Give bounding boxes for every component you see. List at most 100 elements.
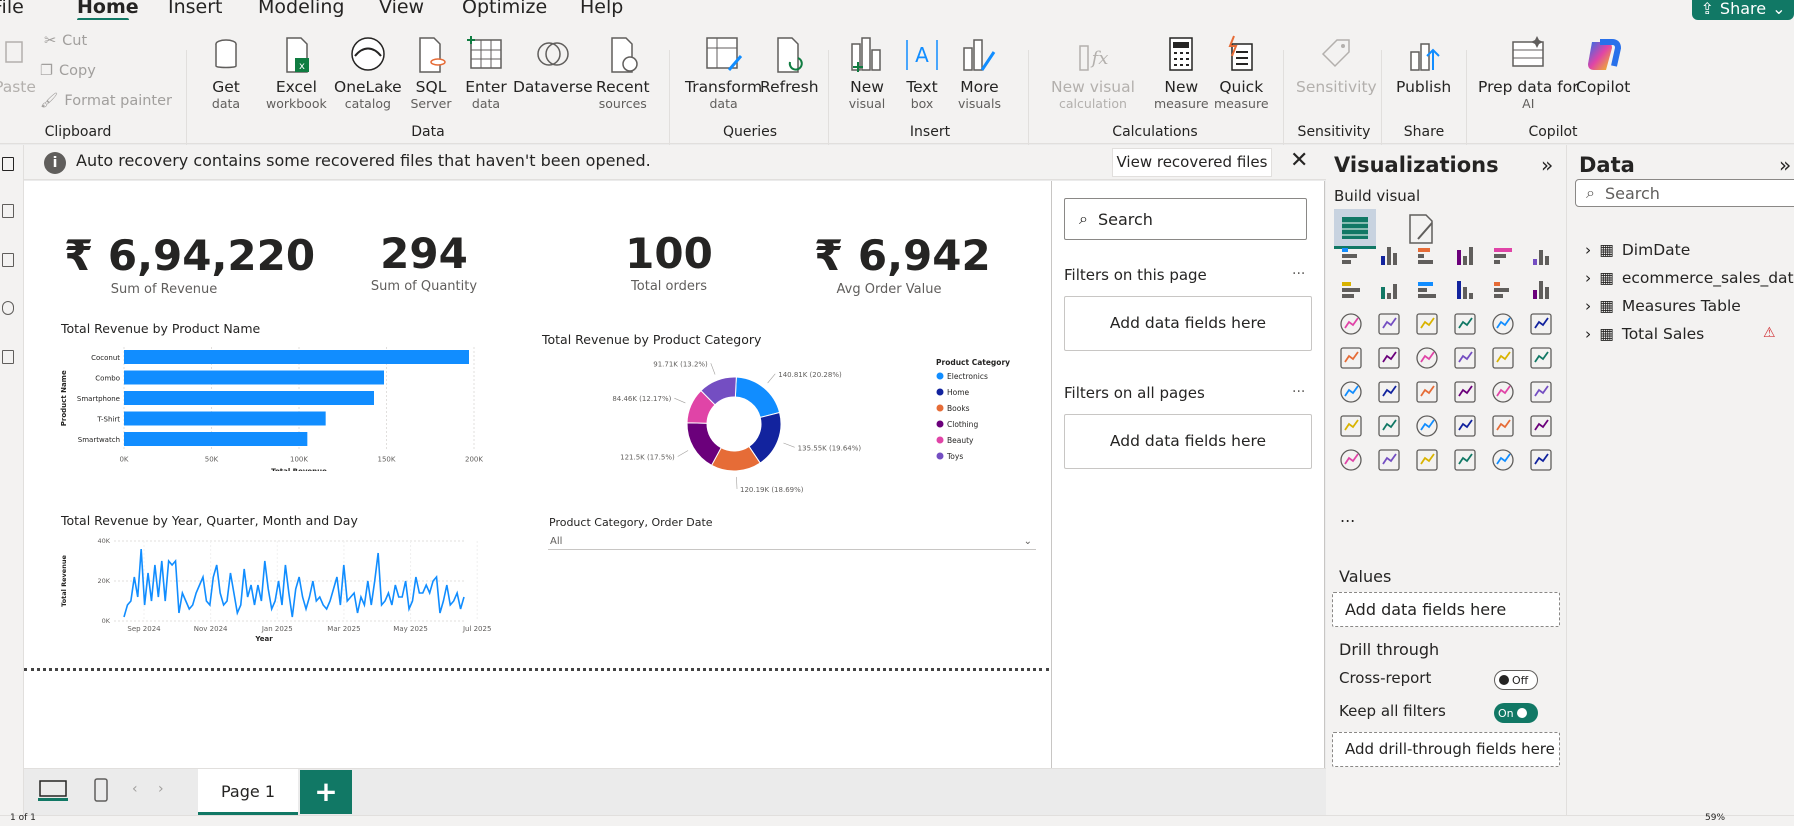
page-tab-1[interactable]: Page 1	[198, 769, 298, 816]
view-recovered-files-button[interactable]: View recovered files	[1112, 148, 1272, 177]
values-well[interactable]: Add data fields here	[1332, 592, 1560, 627]
copy-button[interactable]: ❐ Copy	[40, 63, 96, 79]
more-visuals-ellipsis[interactable]: ...	[1340, 507, 1355, 526]
data-search-input[interactable]: ⌕ Search	[1575, 179, 1794, 207]
r-visual-visual-icon[interactable]	[1528, 379, 1554, 405]
transform-data-button[interactable]: Transform data	[685, 34, 762, 111]
paginated-visual-icon[interactable]	[1338, 447, 1364, 473]
menu-file[interactable]: File	[0, 0, 24, 18]
menu-modeling[interactable]: Modeling	[258, 0, 344, 18]
prep-data-for-ai-button[interactable]: Prep data for AI	[1478, 34, 1579, 111]
slicer-new-visual-icon[interactable]	[1414, 447, 1440, 473]
format-painter-button[interactable]: 🖌 Format painter	[40, 92, 172, 110]
narrative-visual-icon[interactable]	[1490, 413, 1516, 439]
dataverse-button[interactable]: Dataverse	[513, 34, 593, 96]
cross-report-toggle[interactable]: Off	[1494, 670, 1538, 690]
enter-data-button[interactable]: Enter data	[465, 34, 507, 111]
menu-optimize[interactable]: Optimize	[462, 0, 547, 18]
excel-workbook-button[interactable]: x Excel workbook	[266, 34, 327, 111]
add-page-button[interactable]: +	[300, 770, 352, 814]
kpi-visual-icon[interactable]	[1376, 379, 1402, 405]
prev-page-icon[interactable]: ‹	[132, 781, 138, 797]
data-item-ecommerce[interactable]: › ▦ ecommerce_sales_data	[1585, 269, 1794, 287]
report-view-icon[interactable]	[2, 157, 14, 171]
gauge-visual-icon[interactable]	[1490, 345, 1516, 371]
close-icon[interactable]: ✕	[1290, 148, 1308, 173]
ribbon-chart-visual-icon[interactable]	[1414, 311, 1440, 337]
table-view-icon[interactable]	[2, 204, 14, 218]
dax-query-view-icon[interactable]	[2, 301, 14, 315]
page-filter-well[interactable]: Add data fields here	[1064, 296, 1312, 351]
qa-visual-icon[interactable]	[1452, 413, 1478, 439]
revenue-by-category-donut-chart[interactable]: 140.81K (20.28%) 135.55K (19.64%) 120.19K …	[584, 349, 1034, 499]
more-visuals-button[interactable]: More visuals	[958, 34, 1001, 111]
recent-sources-button[interactable]: Recent sources	[596, 34, 650, 111]
desktop-layout-icon[interactable]	[38, 779, 68, 801]
slicer-dropdown[interactable]: All ⌄	[548, 533, 1036, 550]
pie-visual-icon[interactable]	[1490, 311, 1516, 337]
sensitivity-button[interactable]: Sensitivity	[1296, 34, 1377, 96]
tmdl-view-icon[interactable]	[2, 350, 14, 364]
data-item-measures[interactable]: › ▦ Measures Table	[1585, 297, 1741, 315]
sql-server-button[interactable]: SQL Server	[410, 34, 452, 111]
filled-map-visual-icon[interactable]	[1414, 345, 1440, 371]
next-page-icon[interactable]: ›	[158, 781, 164, 797]
collapse-pane-icon[interactable]: »	[1541, 153, 1553, 177]
waterfall-visual-icon[interactable]	[1490, 277, 1516, 303]
mobile-layout-icon[interactable]	[92, 777, 110, 803]
table-visual-icon[interactable]	[1452, 379, 1478, 405]
line-clustered-visual-icon[interactable]	[1376, 311, 1402, 337]
menu-view[interactable]: View	[379, 0, 424, 18]
more-options-icon[interactable]: ···	[1292, 266, 1305, 282]
copilot-button[interactable]: Copilot	[1576, 34, 1630, 96]
funnel-visual-icon[interactable]	[1528, 277, 1554, 303]
goals-visual-icon[interactable]	[1528, 413, 1554, 439]
matrix-visual-icon[interactable]	[1490, 379, 1516, 405]
azure-map-visual-icon[interactable]	[1452, 345, 1478, 371]
model-view-icon[interactable]	[2, 253, 14, 267]
scatter-visual-icon[interactable]	[1452, 311, 1478, 337]
slicer-visual-icon[interactable]	[1414, 379, 1440, 405]
line-visual-icon[interactable]	[1338, 277, 1364, 303]
data-item-total-sales[interactable]: › ▦ Total Sales	[1585, 325, 1704, 343]
filter-search-input[interactable]: ⌕ Search	[1064, 198, 1307, 240]
menu-insert[interactable]: Insert	[168, 0, 223, 18]
clustered-column-visual-icon[interactable]	[1452, 243, 1478, 269]
cut-button[interactable]: ✂ Cut	[44, 33, 87, 49]
paste-button[interactable]: Paste	[0, 34, 36, 96]
text-box-button[interactable]: A Text box	[901, 34, 943, 111]
menu-help[interactable]: Help	[580, 0, 623, 18]
ribbon-visual-icon[interactable]	[1452, 277, 1478, 303]
clustered-bar-visual-icon[interactable]	[1414, 243, 1440, 269]
power-automate-visual-icon[interactable]	[1528, 447, 1554, 473]
stacked-bar-visual-icon[interactable]	[1338, 243, 1364, 269]
key-influencers-visual-icon[interactable]	[1376, 413, 1402, 439]
donut-visual-icon[interactable]	[1528, 311, 1554, 337]
azure-map-2-visual-icon[interactable]	[1452, 447, 1478, 473]
revenue-by-product-bar-chart[interactable]: 0K 50K 100K 150K 200K Coconut Combo Smartphone T…	[54, 339, 504, 471]
card-new-visual-icon[interactable]	[1376, 447, 1402, 473]
report-canvas[interactable]: ₹ 6,94,220 Sum of Revenue 294 Sum of Qua…	[24, 181, 1051, 768]
stacked-area-visual-icon[interactable]	[1414, 277, 1440, 303]
treemap-visual-icon[interactable]	[1338, 345, 1364, 371]
multi-row-card-visual-icon[interactable]	[1338, 379, 1364, 405]
refresh-button[interactable]: Refresh	[760, 34, 819, 96]
publish-button[interactable]: Publish	[1396, 34, 1451, 96]
get-data-button[interactable]: Get data	[205, 34, 247, 111]
python-visual-visual-icon[interactable]	[1338, 413, 1364, 439]
line-column-visual-icon[interactable]	[1338, 311, 1364, 337]
decomposition-tree-visual-icon[interactable]	[1414, 413, 1440, 439]
map-visual-icon[interactable]	[1376, 345, 1402, 371]
onelake-catalog-button[interactable]: OneLake catalog	[334, 34, 402, 111]
drill-through-well[interactable]: Add drill-through fields here	[1332, 732, 1560, 767]
100-column-visual-icon[interactable]	[1528, 243, 1554, 269]
new-visual-calculation-button[interactable]: fx New visual calculation	[1051, 34, 1135, 111]
data-item-dimdate[interactable]: › ▦ DimDate	[1585, 241, 1690, 259]
more-options-icon[interactable]: ···	[1292, 384, 1305, 400]
area-visual-icon[interactable]	[1376, 277, 1402, 303]
menu-home[interactable]: Home	[77, 0, 139, 18]
all-pages-filter-well[interactable]: Add data fields here	[1064, 414, 1312, 469]
keep-all-filters-toggle[interactable]: On	[1494, 703, 1538, 723]
new-visual-button[interactable]: New visual	[846, 34, 888, 111]
new-measure-button[interactable]: New measure	[1154, 34, 1209, 111]
